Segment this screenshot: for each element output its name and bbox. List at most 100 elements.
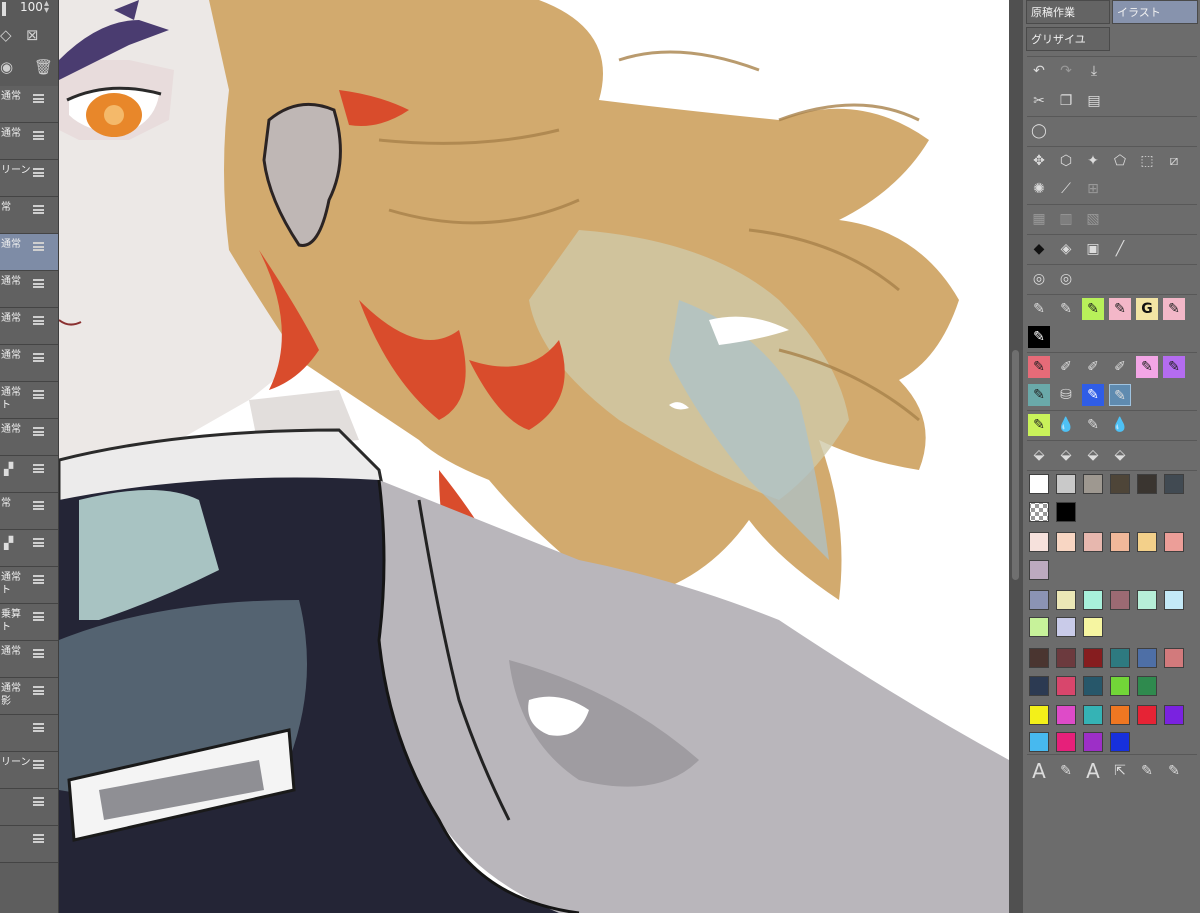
- magic-wand-icon[interactable]: ✦: [1082, 150, 1104, 172]
- crop-icon[interactable]: ⊞: [1082, 178, 1104, 200]
- color-swatch[interactable]: [1056, 590, 1076, 610]
- canvas-scrollbar[interactable]: [1009, 0, 1023, 913]
- layer-menu-icon[interactable]: [33, 649, 44, 658]
- layer-menu-icon[interactable]: [33, 427, 44, 436]
- color-swatch[interactable]: [1083, 474, 1103, 494]
- layer-row[interactable]: [0, 826, 58, 863]
- color-swatch[interactable]: [1110, 705, 1130, 725]
- eraser2-icon[interactable]: ⬙: [1055, 444, 1077, 466]
- speedline2-icon[interactable]: ✎: [1163, 760, 1185, 782]
- color-swatch[interactable]: [1056, 676, 1076, 696]
- color-swatch[interactable]: [1056, 532, 1076, 552]
- object-icon[interactable]: ⬡: [1055, 150, 1077, 172]
- lasso-select-icon[interactable]: ⬠: [1109, 150, 1131, 172]
- copy-icon[interactable]: ❐: [1055, 90, 1077, 112]
- trash-icon[interactable]: 🗑: [34, 58, 53, 76]
- layer-menu-icon[interactable]: [33, 205, 44, 214]
- record-icon[interactable]: ◉: [0, 58, 13, 76]
- brush-purple-icon[interactable]: ✎: [1163, 356, 1185, 378]
- brush-blue-icon[interactable]: ✎: [1082, 384, 1104, 406]
- drawing-canvas[interactable]: [59, 0, 1009, 913]
- layer-menu-icon[interactable]: [33, 94, 44, 103]
- color-swatch[interactable]: [1137, 532, 1157, 552]
- layer-menu-icon[interactable]: [33, 390, 44, 399]
- color-swatch[interactable]: [1029, 617, 1049, 637]
- layer-row[interactable]: リーン: [0, 160, 58, 197]
- scrollbar-thumb[interactable]: [1012, 350, 1019, 580]
- layer-row[interactable]: ▞: [0, 456, 58, 493]
- layer-menu-icon[interactable]: [33, 723, 44, 732]
- layer-row[interactable]: ▞: [0, 530, 58, 567]
- color-swatch[interactable]: [1083, 676, 1103, 696]
- balloon-icon[interactable]: ⇱: [1109, 760, 1131, 782]
- color-swatch[interactable]: [1083, 648, 1103, 668]
- tab-manuscript[interactable]: 原稿作業: [1026, 0, 1110, 24]
- opacity-stepper-icon[interactable]: ▴ ▾: [44, 0, 49, 16]
- brush2-icon[interactable]: ✐: [1082, 356, 1104, 378]
- layer-row[interactable]: リーン: [0, 752, 58, 789]
- paste-icon[interactable]: ▤: [1083, 90, 1105, 112]
- layer-menu-icon[interactable]: [33, 316, 44, 325]
- color-swatch[interactable]: [1110, 532, 1130, 552]
- brush-icon[interactable]: ✐: [1055, 356, 1077, 378]
- color-swatch[interactable]: [1137, 648, 1157, 668]
- color-swatch[interactable]: [1083, 532, 1103, 552]
- layer-row[interactable]: 通常: [0, 419, 58, 456]
- eyedropper-icon[interactable]: ⟋: [1055, 178, 1077, 200]
- layer-tool2-icon[interactable]: ▥: [1055, 208, 1077, 230]
- layer-menu-icon[interactable]: [33, 279, 44, 288]
- color-swatch[interactable]: [1029, 648, 1049, 668]
- color-swatch[interactable]: [1164, 590, 1184, 610]
- lasso-icon[interactable]: ◯: [1028, 120, 1050, 142]
- layer-row[interactable]: 通常: [0, 234, 58, 271]
- pen-black-icon[interactable]: ✎: [1028, 326, 1050, 348]
- blender-icon[interactable]: ✎: [1082, 414, 1104, 436]
- blend2-icon[interactable]: ◎: [1055, 268, 1077, 290]
- line-icon[interactable]: ╱: [1109, 238, 1131, 260]
- layer-tool-icon[interactable]: ▦: [1028, 208, 1050, 230]
- eraser4-icon[interactable]: ⬙: [1109, 444, 1131, 466]
- blend-icon[interactable]: ◎: [1028, 268, 1050, 290]
- color-swatch[interactable]: [1029, 474, 1049, 494]
- layer-row[interactable]: 常: [0, 197, 58, 234]
- ruler-pen-icon[interactable]: ✎: [1055, 760, 1077, 782]
- color-swatch[interactable]: [1056, 648, 1076, 668]
- layer-menu-icon[interactable]: [33, 353, 44, 362]
- pen-green-icon[interactable]: ✎: [1082, 298, 1104, 320]
- cut-icon[interactable]: ✂: [1028, 90, 1050, 112]
- pen-g-icon[interactable]: G: [1136, 298, 1158, 320]
- pen-pink2-icon[interactable]: ✎: [1163, 298, 1185, 320]
- text-tool2-icon[interactable]: A: [1082, 760, 1104, 782]
- color-swatch[interactable]: [1029, 732, 1049, 752]
- color-swatch[interactable]: [1164, 532, 1184, 552]
- layer-menu-icon[interactable]: [33, 131, 44, 140]
- layer-tool3-icon[interactable]: ▧: [1082, 208, 1104, 230]
- layer-menu-icon[interactable]: [33, 834, 44, 843]
- color-swatch[interactable]: [1029, 590, 1049, 610]
- layer-row[interactable]: 通常: [0, 123, 58, 160]
- layer-menu-icon[interactable]: [33, 797, 44, 806]
- brush3-icon[interactable]: ✐: [1109, 356, 1131, 378]
- brush-selected-icon[interactable]: ✎: [1109, 384, 1131, 406]
- color-swatch[interactable]: [1137, 474, 1157, 494]
- select-pen-icon[interactable]: ✺: [1028, 178, 1050, 200]
- cut-select-icon[interactable]: ⧄: [1163, 150, 1185, 172]
- color-swatch[interactable]: [1137, 676, 1157, 696]
- speedline-icon[interactable]: ✎: [1136, 760, 1158, 782]
- layer-menu-icon[interactable]: [33, 242, 44, 251]
- tab-illustration[interactable]: イラスト: [1112, 0, 1198, 24]
- color-swatch[interactable]: [1110, 474, 1130, 494]
- opacity-value[interactable]: 100: [20, 0, 43, 14]
- layer-row[interactable]: [0, 789, 58, 826]
- color-swatch[interactable]: [1083, 590, 1103, 610]
- color-swatch[interactable]: [1029, 532, 1049, 552]
- color-swatch[interactable]: [1056, 705, 1076, 725]
- pen-pink-icon[interactable]: ✎: [1109, 298, 1131, 320]
- color-swatch[interactable]: [1110, 676, 1130, 696]
- chevron-icon[interactable]: ◇: [0, 26, 12, 44]
- color-swatch[interactable]: [1083, 617, 1103, 637]
- color-swatch[interactable]: [1083, 732, 1103, 752]
- undo-icon[interactable]: ↶: [1028, 60, 1050, 82]
- save-icon[interactable]: ⤓: [1083, 60, 1105, 82]
- layer-row[interactable]: 通常: [0, 308, 58, 345]
